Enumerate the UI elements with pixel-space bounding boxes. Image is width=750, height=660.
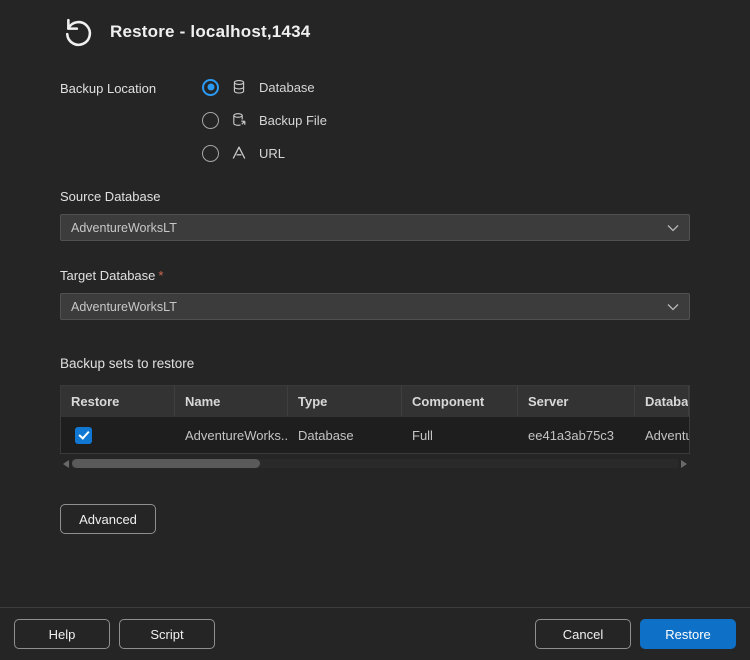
scroll-right-arrow-icon[interactable] <box>678 458 690 470</box>
dialog-header: Restore - localhost,1434 <box>0 0 750 50</box>
cell-name: AdventureWorks... <box>175 417 288 453</box>
radio-button-selected[interactable] <box>202 79 219 96</box>
scrollbar-track[interactable] <box>72 459 678 468</box>
radio-label: Database <box>259 80 315 95</box>
restore-icon <box>60 14 96 50</box>
radio-option-backup-file[interactable]: Backup File <box>202 111 327 129</box>
radio-button[interactable] <box>202 145 219 162</box>
col-header-restore: Restore <box>61 386 175 416</box>
backup-sets-table: Restore Name Type Component Server Datab… <box>60 385 690 454</box>
scroll-left-arrow-icon[interactable] <box>60 458 72 470</box>
restore-button[interactable]: Restore <box>640 619 736 649</box>
cell-server: ee41a3ab75c3 <box>518 417 635 453</box>
table-header-row: Restore Name Type Component Server Datab… <box>61 386 689 416</box>
footer-left-buttons: Help Script <box>14 619 215 649</box>
cancel-button[interactable]: Cancel <box>535 619 631 649</box>
col-header-server: Server <box>518 386 635 416</box>
col-header-database: Databa <box>635 386 689 416</box>
col-header-component: Component <box>402 386 518 416</box>
horizontal-scrollbar[interactable] <box>60 457 690 470</box>
target-database-value: AdventureWorksLT <box>71 300 177 314</box>
col-header-type: Type <box>288 386 402 416</box>
source-database-dropdown[interactable]: AdventureWorksLT <box>60 214 690 241</box>
help-button[interactable]: Help <box>14 619 110 649</box>
backup-location-label: Backup Location <box>60 78 202 162</box>
scrollbar-thumb[interactable] <box>72 459 260 468</box>
backup-sets-label: Backup sets to restore <box>60 356 690 371</box>
radio-button[interactable] <box>202 112 219 129</box>
backup-file-icon <box>230 111 248 129</box>
script-button[interactable]: Script <box>119 619 215 649</box>
radio-option-url[interactable]: URL <box>202 144 327 162</box>
required-marker: * <box>158 268 163 283</box>
col-header-name: Name <box>175 386 288 416</box>
page-title: Restore - localhost,1434 <box>110 22 310 42</box>
source-database-value: AdventureWorksLT <box>71 221 177 235</box>
chevron-down-icon <box>667 220 679 235</box>
radio-label: URL <box>259 146 285 161</box>
chevron-down-icon <box>667 299 679 314</box>
cell-component: Full <box>402 417 518 453</box>
restore-dialog: Restore - localhost,1434 Backup Location… <box>0 0 750 660</box>
database-icon <box>230 78 248 96</box>
backup-location-section: Backup Location Database <box>60 78 690 162</box>
footer-right-buttons: Cancel Restore <box>535 619 736 649</box>
radio-label: Backup File <box>259 113 327 128</box>
source-database-label: Source Database <box>60 189 690 204</box>
table-row[interactable]: AdventureWorks... Database Full ee41a3ab… <box>61 416 689 453</box>
target-database-dropdown[interactable]: AdventureWorksLT <box>60 293 690 320</box>
target-database-label-text: Target Database <box>60 268 155 283</box>
url-icon <box>230 144 248 162</box>
backup-location-options: Database Backup File <box>202 78 327 162</box>
radio-option-database[interactable]: Database <box>202 78 327 96</box>
advanced-button[interactable]: Advanced <box>60 504 156 534</box>
cell-type: Database <box>288 417 402 453</box>
cell-database: Adventu... <box>635 417 689 453</box>
restore-checkbox[interactable] <box>75 427 92 444</box>
dialog-footer: Help Script Cancel Restore <box>0 607 750 660</box>
target-database-label: Target Database* <box>60 268 690 283</box>
